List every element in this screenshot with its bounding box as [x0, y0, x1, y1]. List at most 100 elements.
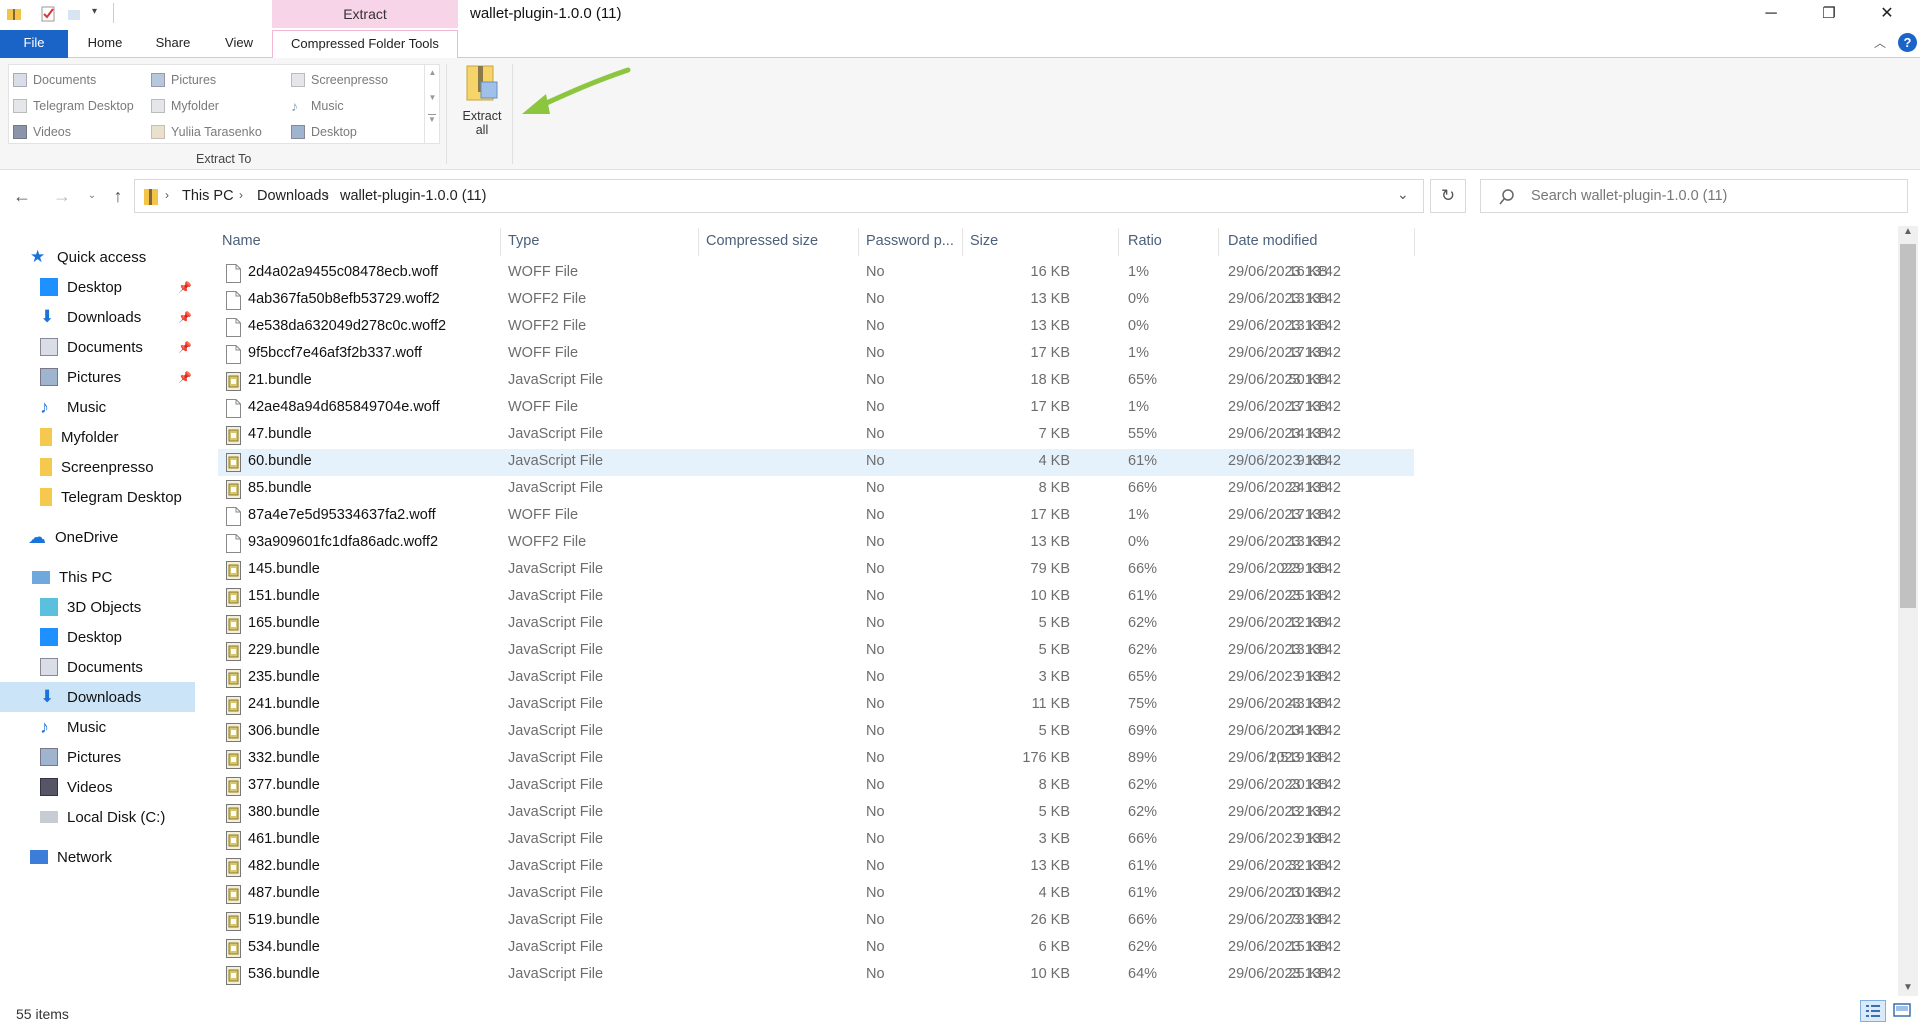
file-row[interactable]: 4e538da632049d278c0c.woff2 WOFF2 File 13 K…	[218, 314, 1414, 341]
scrollbar-thumb[interactable]	[1900, 244, 1916, 608]
file-row[interactable]: 482.bundle JavaScript File 13 KB No 32 KB 61%…	[218, 854, 1414, 881]
nav-item-pc-downloads[interactable]: ⬇ Downloads	[0, 682, 195, 712]
scroll-up-icon[interactable]: ▲	[1898, 226, 1918, 237]
nav-item-pc-pictures[interactable]: Pictures	[0, 742, 196, 772]
nav-item-pc-music[interactable]: ♪ Music	[0, 712, 196, 742]
file-row[interactable]: 377.bundle JavaScript File 8 KB No 20 KB 62% 2…	[218, 773, 1414, 800]
tab-file[interactable]: File	[0, 30, 68, 58]
nav-item-documents[interactable]: Documents 📌	[0, 332, 196, 362]
nav-network[interactable]: Network	[0, 842, 196, 872]
pin-icon[interactable]: 📌	[178, 311, 192, 324]
file-row[interactable]: 60.bundle JavaScript File 4 KB No 9 KB 61% 29/…	[218, 449, 1414, 476]
nav-item-pc-videos[interactable]: Videos	[0, 772, 196, 802]
file-row[interactable]: 4ab367fa50b8efb53729.woff2 WOFF2 File 13 K…	[218, 287, 1414, 314]
scroll-down-icon[interactable]: ▼	[1898, 982, 1918, 993]
column-divider[interactable]	[1218, 228, 1219, 256]
file-row[interactable]: 2d4a02a9455c08478ecb.woff WOFF File 16 KB N…	[218, 260, 1414, 287]
forward-arrow-icon[interactable]: →	[50, 184, 74, 208]
details-view-button[interactable]	[1860, 1000, 1886, 1022]
file-row[interactable]: 165.bundle JavaScript File 5 KB No 12 KB 62% 2…	[218, 611, 1414, 638]
minimize-button[interactable]: ─	[1742, 0, 1800, 28]
breadcrumb-downloads[interactable]: Downloads	[257, 188, 329, 204]
file-row[interactable]: 235.bundle JavaScript File 3 KB No 9 KB 65% 29…	[218, 665, 1414, 692]
file-row[interactable]: 21.bundle JavaScript File 18 KB No 50 KB 65% 2…	[218, 368, 1414, 395]
address-bar[interactable]: › This PC › Downloads › wallet-plugin-1.…	[134, 179, 1424, 213]
pin-icon[interactable]: 📌	[178, 341, 192, 354]
column-divider[interactable]	[962, 228, 963, 256]
gallery-down-icon[interactable]: ▼	[425, 93, 440, 102]
nav-item-myfolder[interactable]: Myfolder	[0, 422, 196, 452]
nav-item-pc-documents[interactable]: Documents	[0, 652, 196, 682]
file-row[interactable]: 42ae48a94d685849704e.woff WOFF File 17 KB N…	[218, 395, 1414, 422]
new-folder-icon[interactable]	[66, 6, 82, 22]
tab-home[interactable]: Home	[76, 30, 134, 58]
destination-pictures[interactable]: Pictures	[151, 73, 216, 87]
file-row[interactable]: 306.bundle JavaScript File 5 KB No 14 KB 69% 2…	[218, 719, 1414, 746]
nav-item-music[interactable]: ♪ Music	[0, 392, 196, 422]
maximize-button[interactable]: ❐	[1800, 0, 1858, 28]
destination-documents[interactable]: Documents	[13, 73, 96, 87]
extract-all-button[interactable]: Extract all	[458, 62, 506, 146]
file-row[interactable]: 85.bundle JavaScript File 8 KB No 24 KB 66% 29…	[218, 476, 1414, 503]
file-row[interactable]: 47.bundle JavaScript File 7 KB No 14 KB 55% 29…	[218, 422, 1414, 449]
nav-item-screenpresso[interactable]: Screenpresso	[0, 452, 196, 482]
column-header-name[interactable]: Name	[222, 226, 261, 256]
file-row[interactable]: 87a4e7e5d95334637fa2.woff WOFF File 17 KB N…	[218, 503, 1414, 530]
destination-desktop[interactable]: Desktop	[291, 125, 357, 139]
file-row[interactable]: 487.bundle JavaScript File 4 KB No 10 KB 61% 2…	[218, 881, 1414, 908]
destination-yuliia-tarasenko[interactable]: Yuliia Tarasenko	[151, 125, 262, 139]
column-divider[interactable]	[858, 228, 859, 256]
nav-item-pc-desktop[interactable]: Desktop	[0, 622, 196, 652]
file-row[interactable]: 9f5bccf7e46af3f2b337.woff WOFF File 17 KB N…	[218, 341, 1414, 368]
file-row[interactable]: 519.bundle JavaScript File 26 KB No 73 KB 66%…	[218, 908, 1414, 935]
back-arrow-icon[interactable]: ←	[10, 184, 34, 208]
search-box[interactable]: Search wallet-plugin-1.0.0 (11)	[1480, 179, 1908, 213]
column-header-date-modified[interactable]: Date modified	[1228, 226, 1317, 256]
nav-item-desktop[interactable]: Desktop 📌	[0, 272, 196, 302]
close-button[interactable]: ✕	[1858, 0, 1916, 28]
nav-onedrive[interactable]: ☁ OneDrive	[0, 522, 196, 552]
file-row[interactable]: 536.bundle JavaScript File 10 KB No 25 KB 64%…	[218, 962, 1414, 989]
nav-item-pictures[interactable]: Pictures 📌	[0, 362, 196, 392]
gallery-scroll[interactable]: ▲ ▼ ▼	[424, 64, 440, 144]
tab-compressed-folder-tools[interactable]: Compressed Folder Tools	[272, 30, 458, 59]
pin-icon[interactable]: 📌	[178, 281, 192, 294]
file-row[interactable]: 151.bundle JavaScript File 10 KB No 25 KB 61%…	[218, 584, 1414, 611]
destination-myfolder[interactable]: Myfolder	[151, 99, 219, 113]
column-header-size[interactable]: Size	[970, 226, 998, 256]
gallery-up-icon[interactable]: ▲	[425, 68, 440, 77]
column-header-ratio[interactable]: Ratio	[1128, 226, 1162, 256]
help-icon[interactable]: ?	[1898, 33, 1917, 52]
file-row[interactable]: 461.bundle JavaScript File 3 KB No 9 KB 66% 29…	[218, 827, 1414, 854]
column-divider[interactable]	[1118, 228, 1119, 256]
file-row[interactable]: 93a909601fc1dfa86adc.woff2 WOFF2 File 13 K…	[218, 530, 1414, 557]
vertical-scrollbar[interactable]: ▲ ▼	[1898, 226, 1918, 996]
column-divider[interactable]	[1414, 228, 1415, 256]
breadcrumb-this-pc[interactable]: This PC	[182, 188, 234, 204]
nav-item-downloads[interactable]: ⬇ Downloads 📌	[0, 302, 196, 332]
nav-item-3d-objects[interactable]: 3D Objects	[0, 592, 196, 622]
file-row[interactable]: 380.bundle JavaScript File 5 KB No 12 KB 62% 2…	[218, 800, 1414, 827]
nav-item-local-disk[interactable]: Local Disk (C:)	[0, 802, 196, 832]
file-row[interactable]: 229.bundle JavaScript File 5 KB No 13 KB 62% 2…	[218, 638, 1414, 665]
destination-screenpresso[interactable]: Screenpresso	[291, 73, 388, 87]
collapse-ribbon-icon[interactable]: ︿	[1874, 34, 1886, 51]
nav-quick-access[interactable]: ★ Quick access	[0, 242, 196, 272]
file-row[interactable]: 534.bundle JavaScript File 6 KB No 15 KB 62% 2…	[218, 935, 1414, 962]
qat-dropdown-icon[interactable]: ▾	[92, 6, 97, 17]
file-row[interactable]: 241.bundle JavaScript File 11 KB No 43 KB 75%…	[218, 692, 1414, 719]
address-dropdown-icon[interactable]: ⌄	[1397, 186, 1409, 203]
column-divider[interactable]	[500, 228, 501, 256]
pin-icon[interactable]: 📌	[178, 371, 192, 384]
destination-telegram-desktop[interactable]: Telegram Desktop	[13, 99, 134, 113]
column-header-compressed-size[interactable]: Compressed size	[706, 226, 818, 256]
column-header-type[interactable]: Type	[508, 226, 539, 256]
up-arrow-icon[interactable]: ↑	[106, 184, 130, 208]
destination-videos[interactable]: Videos	[13, 125, 71, 139]
column-divider[interactable]	[698, 228, 699, 256]
file-row[interactable]: 332.bundle JavaScript File 176 KB No 1,519 K…	[218, 746, 1414, 773]
recent-dropdown-icon[interactable]: ⌄	[80, 184, 104, 208]
refresh-button[interactable]: ↻	[1430, 179, 1466, 213]
large-icons-view-button[interactable]	[1890, 1000, 1916, 1022]
properties-icon[interactable]	[40, 6, 56, 22]
